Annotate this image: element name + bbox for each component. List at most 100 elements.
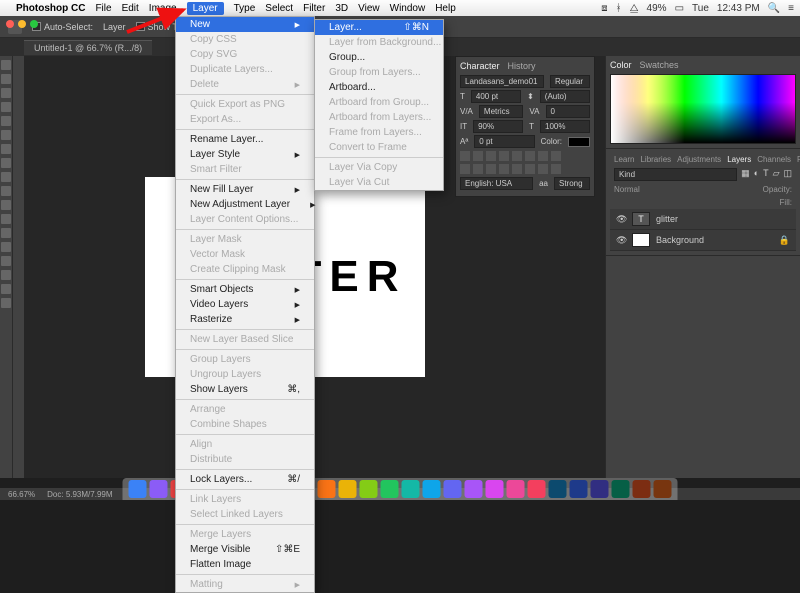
filter-shape-icon[interactable]: ▱ [773, 168, 780, 181]
doc-info[interactable]: Doc: 5.93M/7.99M [47, 490, 112, 499]
tab-color[interactable]: Color [610, 60, 632, 70]
tab-history[interactable]: History [508, 61, 536, 71]
menu-layer[interactable]: Layer [187, 2, 224, 15]
layer-menu-item[interactable]: Video Layers [176, 297, 314, 312]
hscale-field[interactable]: 100% [540, 120, 590, 133]
new-submenu-item[interactable]: Group... [315, 50, 443, 65]
dock-app-icon[interactable] [360, 480, 378, 498]
layer-menu-item[interactable]: Rename Layer... [176, 132, 314, 147]
tab-character[interactable]: Character [460, 61, 500, 71]
menu-image[interactable]: Image [149, 3, 177, 14]
bluetooth-icon[interactable]: ᚼ [616, 3, 622, 14]
tools-panel-secondary[interactable] [12, 56, 24, 478]
color-picker[interactable] [610, 74, 796, 144]
tab-learn[interactable]: Learn [614, 155, 634, 164]
blend-mode[interactable]: Normal [614, 185, 640, 194]
dock-app-icon[interactable] [612, 480, 630, 498]
layer-menu-item[interactable]: Rasterize [176, 312, 314, 327]
tab-layers[interactable]: Layers [727, 155, 751, 164]
layer-menu-item[interactable]: New Adjustment Layer [176, 197, 314, 212]
layer-row[interactable]: 👁 Background 🔒 [610, 230, 796, 251]
menu-type[interactable]: Type [234, 3, 256, 14]
text-color-swatch[interactable] [568, 137, 590, 147]
dock-app-icon[interactable] [150, 480, 168, 498]
layer-menu-item[interactable]: Layer Style [176, 147, 314, 162]
menu-edit[interactable]: Edit [122, 3, 139, 14]
window-traffic-lights[interactable] [6, 20, 38, 28]
dock-app-icon[interactable] [570, 480, 588, 498]
dock-app-icon[interactable] [423, 480, 441, 498]
visibility-icon[interactable]: 👁 [616, 214, 626, 225]
layer-menu-item[interactable]: Show Layers⌘, [176, 382, 314, 397]
tab-swatches[interactable]: Swatches [640, 60, 679, 70]
font-family-field[interactable]: Landasans_demo01 [460, 75, 544, 88]
dock-app-icon[interactable] [465, 480, 483, 498]
font-style-field[interactable]: Regular [550, 75, 590, 88]
vscale-field[interactable]: 90% [473, 120, 523, 133]
font-size-field[interactable]: 400 pt [471, 90, 521, 103]
dock-app-icon[interactable] [381, 480, 399, 498]
language-field[interactable]: English: USA [460, 177, 533, 190]
layer-row[interactable]: 👁 T glitter [610, 209, 796, 230]
tools-panel-left[interactable] [0, 56, 12, 478]
menu-help[interactable]: Help [435, 3, 456, 14]
layer-thumb[interactable] [632, 233, 650, 247]
dock-app-icon[interactable] [318, 480, 336, 498]
character-panel[interactable]: Character History Landasans_demo01 Regula… [455, 56, 595, 197]
dock-app-icon[interactable] [486, 480, 504, 498]
battery-icon[interactable]: ▭ [675, 3, 684, 14]
dock-app-icon[interactable] [444, 480, 462, 498]
layer-menu-item[interactable]: New [176, 17, 314, 32]
dock-app-icon[interactable] [549, 480, 567, 498]
menu-view[interactable]: View [358, 3, 380, 14]
layer-menu-item[interactable]: Smart Objects [176, 282, 314, 297]
layer-filter-kind[interactable]: Kind [614, 168, 737, 181]
dock-app-icon[interactable] [507, 480, 525, 498]
tab-channels[interactable]: Channels [757, 155, 791, 164]
zoom-level[interactable]: 66.67% [8, 490, 35, 499]
auto-select-target[interactable]: Layer [103, 22, 126, 32]
menu-filter[interactable]: Filter [303, 3, 325, 14]
layer-menu-item[interactable]: Merge Visible⇧⌘E [176, 542, 314, 557]
tab-adjustments[interactable]: Adjustments [677, 155, 721, 164]
tracking-field[interactable]: 0 [546, 105, 591, 118]
antialias-field[interactable]: Strong [554, 177, 590, 190]
visibility-icon[interactable]: 👁 [616, 235, 626, 246]
baseline-field[interactable]: 0 pt [474, 135, 534, 148]
show-transform-checkbox[interactable]: Show T [136, 22, 178, 32]
auto-select-checkbox[interactable]: Auto-Select: [32, 22, 93, 32]
filter-image-icon[interactable]: ▦ [741, 168, 750, 181]
filter-type-icon[interactable]: T [763, 168, 769, 181]
dock-app-icon[interactable] [591, 480, 609, 498]
dock-app-icon[interactable] [528, 480, 546, 498]
menu-window[interactable]: Window [390, 3, 426, 14]
layer-name[interactable]: glitter [656, 214, 678, 224]
layer-menu-item[interactable]: New Fill Layer [176, 182, 314, 197]
search-icon[interactable]: 🔍 [768, 3, 780, 14]
opentype-icons[interactable] [460, 164, 590, 174]
type-style-icons[interactable] [460, 151, 590, 161]
new-submenu-item[interactable]: Layer...⇧⌘N [315, 20, 443, 35]
leading-field[interactable]: (Auto) [540, 90, 590, 103]
menu-select[interactable]: Select [265, 3, 293, 14]
layer-name[interactable]: Background [656, 235, 704, 245]
menu-file[interactable]: File [95, 3, 111, 14]
layer-thumb[interactable]: T [632, 212, 650, 226]
dock-app-icon[interactable] [654, 480, 672, 498]
wifi-icon[interactable]: ⧋ [630, 3, 639, 14]
dock-app-icon[interactable] [129, 480, 147, 498]
dock-app-icon[interactable] [339, 480, 357, 498]
tab-libraries[interactable]: Libraries [640, 155, 671, 164]
dropbox-icon[interactable]: ⧈ [601, 3, 607, 14]
filter-smart-icon[interactable]: ◫ [783, 168, 792, 181]
layer-menu-item[interactable]: Lock Layers...⌘/ [176, 472, 314, 487]
app-name[interactable]: Photoshop CC [16, 3, 85, 14]
kerning-field[interactable]: Metrics [479, 105, 524, 118]
new-submenu-item[interactable]: Artboard... [315, 80, 443, 95]
layer-menu-item[interactable]: Flatten Image [176, 557, 314, 572]
filter-adjust-icon[interactable]: ◐ [754, 168, 759, 181]
dock-app-icon[interactable] [633, 480, 651, 498]
menu-3d[interactable]: 3D [335, 3, 348, 14]
document-tab[interactable]: Untitled-1 @ 66.7% (R.../8) [24, 40, 152, 55]
dock-app-icon[interactable] [402, 480, 420, 498]
